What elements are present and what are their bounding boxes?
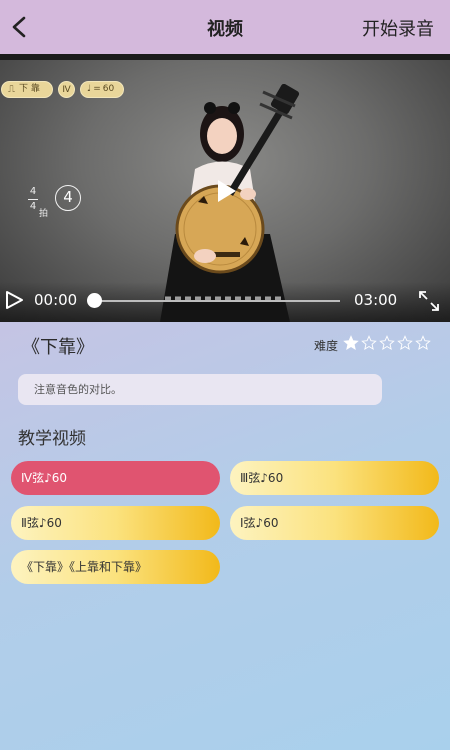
play-icon[interactable]: [4, 290, 24, 310]
current-time: 00:00: [34, 291, 78, 309]
star-filled-icon: [343, 335, 359, 350]
difficulty-rating: [343, 335, 431, 351]
center-play-icon[interactable]: [212, 177, 240, 205]
teaching-video-item[interactable]: Ⅱ弦♪60: [11, 506, 220, 540]
star-empty-icon: [415, 335, 431, 350]
fraction-line: [28, 199, 38, 200]
teaching-video-item[interactable]: Ⅲ弦♪60: [230, 461, 439, 495]
app-header: 视频 开始录音: [0, 0, 450, 54]
pulse-wave-icon: ⎍: [8, 84, 15, 95]
star-empty-icon: [397, 335, 413, 350]
video-player[interactable]: ⎍ 下 靠 Ⅳ ♩ = 60 4 4 拍 4 00:00 03:00: [0, 54, 450, 322]
tempo-chip[interactable]: ♩ = 60: [80, 81, 124, 98]
teaching-videos-title: 教学视频: [18, 429, 86, 449]
video-letterbox-top: [0, 54, 450, 60]
beat-count-badge[interactable]: 4: [55, 185, 81, 211]
difficulty-label: 难度: [314, 339, 339, 353]
beat-unit-label: 拍: [39, 209, 49, 219]
total-time: 03:00: [354, 291, 398, 309]
star-empty-icon: [361, 335, 377, 350]
video-controls: 00:00 03:00: [0, 284, 450, 314]
string-chip[interactable]: Ⅳ: [58, 81, 75, 98]
progress-handle[interactable]: [87, 293, 102, 308]
tempo-equals: =: [93, 84, 101, 94]
quarter-note-icon: ♩: [87, 84, 92, 94]
playing-mode-chip[interactable]: ⎍ 下 靠: [1, 81, 53, 98]
teaching-video-item[interactable]: Ⅳ弦♪60: [11, 461, 220, 495]
piece-title: 《下靠》: [22, 337, 94, 358]
practice-note: 注意音色的对比。: [18, 374, 382, 405]
teaching-video-item[interactable]: Ⅰ弦♪60: [230, 506, 439, 540]
fullscreen-icon[interactable]: [418, 290, 440, 312]
start-recording-button[interactable]: 开始录音: [362, 15, 434, 41]
playing-mode-label: 下 靠: [19, 84, 40, 94]
progress-bar[interactable]: [94, 300, 340, 302]
time-signature: 4 4: [28, 187, 38, 212]
star-empty-icon: [379, 335, 395, 350]
teaching-video-item[interactable]: 《下靠》《上靠和下靠》: [11, 550, 220, 584]
time-signature-top: 4: [29, 186, 37, 197]
tempo-value: 60: [102, 84, 115, 94]
time-signature-bottom: 4: [29, 201, 37, 212]
